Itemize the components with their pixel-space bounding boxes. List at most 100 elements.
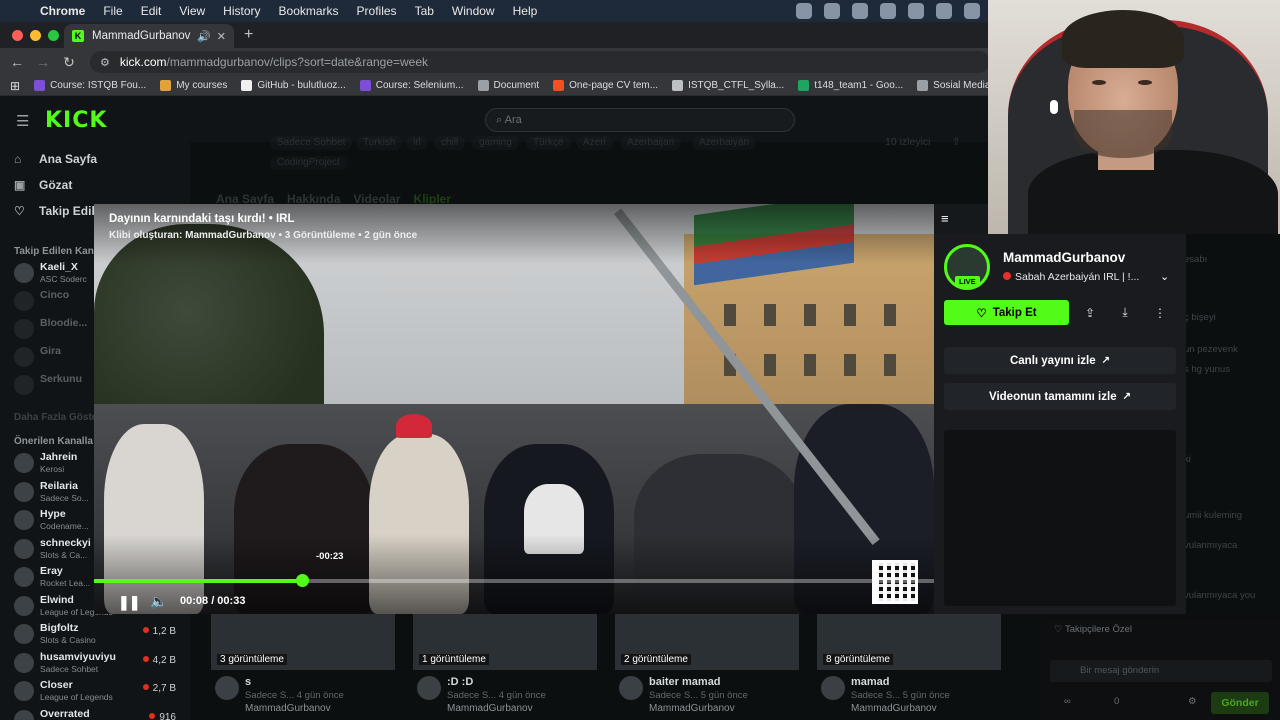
avatar — [215, 676, 239, 700]
menu-window[interactable]: Window — [452, 4, 495, 18]
channel-tag[interactable]: Turkish — [356, 136, 403, 150]
bookmark-item[interactable]: Sosial Media — [917, 80, 990, 91]
minimize-window-button[interactable] — [30, 30, 41, 41]
bookmark-item[interactable]: Course: ISTQB Fou... — [34, 80, 146, 91]
watch-full-video-button[interactable]: Videonun tamamını izle ↗ — [944, 383, 1176, 410]
chat-settings-icon[interactable]: ⚙ — [1188, 696, 1197, 707]
menu-tab[interactable]: Tab — [415, 4, 434, 18]
watch-live-button[interactable]: Canlı yayını izle ↗ — [944, 347, 1176, 374]
clip-card[interactable]: 1 görüntüleme:D :D Sadece S... 4 gün önce… — [413, 614, 597, 714]
sidebar-item-home[interactable]: ⌂ Ana Sayfa — [14, 152, 97, 166]
channel-tag[interactable]: Azerbaiyán — [692, 136, 757, 150]
menu-edit[interactable]: Edit — [141, 4, 162, 18]
share-icon[interactable]: ⇪ — [1077, 300, 1103, 325]
clip-card[interactable]: 2 görüntüleme baiter mamad Sadece S... 5 g… — [615, 614, 799, 714]
channel-tag[interactable]: Azerbaijan — [620, 136, 682, 150]
menu-file[interactable]: File — [103, 4, 122, 18]
clip-card-meta: Sadece S... 5 gün önce — [649, 690, 748, 701]
clip-card[interactable]: 8 görüntüleme mamad Sadece S... 5 gün önce… — [817, 614, 1001, 714]
bookmark-item[interactable]: Document — [477, 80, 539, 91]
suggested-channel[interactable]: Bigfoltz Slots & Casino 1,2 B — [14, 621, 184, 647]
back-icon[interactable]: ← — [4, 54, 30, 70]
menu-chrome[interactable]: Chrome — [40, 4, 85, 18]
pause-icon[interactable]: ❚❚ — [118, 594, 140, 611]
progress-bar[interactable] — [94, 574, 934, 587]
suggested-channel[interactable]: Closer League of Legends 2,7 B — [14, 678, 184, 704]
volume-icon[interactable]: 🔈 — [150, 593, 167, 610]
channel-tag[interactable]: irl — [406, 136, 428, 150]
hover-time: -00:23 — [316, 551, 344, 562]
tray-icon[interactable] — [936, 3, 952, 19]
send-button[interactable]: Gönder — [1211, 692, 1269, 714]
chat-emote-icon[interactable]: ∞ — [1064, 696, 1071, 707]
kick-logo[interactable]: KICK — [45, 108, 107, 133]
collapse-panel-icon[interactable]: ≡ — [941, 211, 949, 226]
channel-tag[interactable]: CodingProject — [270, 156, 347, 170]
external-link-icon: ↗ — [1122, 391, 1131, 402]
apps-grid-icon[interactable]: ⊞ — [10, 79, 20, 93]
menu-view[interactable]: View — [179, 4, 205, 18]
bookmark-item[interactable]: Course: Selenium... — [359, 80, 464, 91]
more-options-icon[interactable]: ⋮ — [1147, 300, 1173, 325]
chevron-down-icon[interactable]: ⌄ — [1160, 270, 1169, 283]
reload-icon[interactable]: ↻ — [56, 54, 82, 71]
channel-tag[interactable]: Türkçe — [526, 136, 571, 150]
search-input[interactable]: ⌕ Ara — [485, 108, 795, 132]
download-icon[interactable]: ⤓ — [1112, 300, 1138, 325]
address-bar[interactable]: ⚙ kick.com/mammadgurbanov/clips?sort=dat… — [90, 51, 990, 73]
channel-tag[interactable]: gaming — [472, 136, 519, 150]
tray-icon[interactable] — [824, 3, 840, 19]
channel-category: Kerosi — [40, 464, 65, 474]
clip-video-player[interactable]: Dayının karnındaki taşı kırdı! • IRL Kli… — [94, 204, 934, 614]
channel-category: Sadece So... — [40, 492, 89, 503]
bookmark-item[interactable]: My courses — [160, 80, 227, 91]
close-tab-icon[interactable]: ✕ — [217, 30, 226, 43]
sidebar-item-following[interactable]: ♡ Takip Edil — [14, 204, 95, 218]
tray-icon[interactable] — [852, 3, 868, 19]
channel-tag[interactable]: Azeri — [576, 136, 613, 150]
menu-profiles[interactable]: Profiles — [357, 4, 397, 18]
channel-tag[interactable]: chill — [434, 136, 466, 150]
tray-icon[interactable] — [796, 3, 812, 19]
streamer-name[interactable]: MammadGurbanov — [1003, 250, 1125, 265]
browser-tab-active[interactable]: K MammadGurbanov Clips 🔊 ✕ — [64, 24, 234, 48]
menu-bookmarks[interactable]: Bookmarks — [279, 4, 339, 18]
tray-icon[interactable] — [880, 3, 896, 19]
menu-history[interactable]: History — [223, 4, 260, 18]
tray-icon[interactable] — [964, 3, 980, 19]
heart-icon: ♡ — [976, 307, 987, 320]
suggested-channels-header: Önerilen Kanalla — [14, 436, 93, 447]
bookmark-icon — [672, 80, 684, 91]
bookmark-item[interactable]: ISTQB_CTFL_Sylla... — [672, 80, 784, 91]
channel-tag[interactable]: Sadece Sohbet — [270, 136, 353, 150]
close-window-button[interactable] — [12, 30, 23, 41]
menu-icon[interactable]: ☰ — [16, 112, 29, 130]
forward-icon[interactable]: → — [30, 54, 56, 70]
channel-name: Hype — [40, 508, 66, 520]
clip-title: Dayının karnındaki taşı kırdı! • IRL — [109, 213, 295, 225]
channel-category: ASC Soderc — [40, 274, 87, 284]
site-info-icon[interactable]: ⚙ — [100, 56, 110, 69]
bookmark-item[interactable]: One-page CV tem... — [553, 80, 658, 91]
sidebar-item-browse[interactable]: ▣ Gözat — [14, 178, 72, 192]
follow-button[interactable]: ♡ Takip Et — [944, 300, 1069, 325]
bookmark-label: Course: ISTQB Fou... — [50, 80, 147, 91]
bookmark-item[interactable]: GitHub - bulutluoz... — [241, 80, 346, 91]
share-icon[interactable]: ⇪ — [952, 136, 961, 148]
clip-card[interactable]: 3 görüntüleme s Sadece S... 4 gün önce Mamm… — [211, 614, 395, 714]
show-more-link[interactable]: Daha Fazla Göster — [14, 412, 101, 423]
progress-fill — [94, 579, 303, 583]
bookmark-item[interactable]: t148_team1 - Goo... — [798, 80, 903, 91]
suggested-channel[interactable]: Overrated 916 — [14, 707, 184, 720]
avatar — [14, 624, 34, 644]
chat-message: umii kuleming — [1184, 510, 1243, 521]
suggested-channel[interactable]: husamviyuviyu Sadece Sohbet 4,2 B — [14, 650, 184, 676]
menu-help[interactable]: Help — [513, 4, 538, 18]
status-tray — [796, 3, 980, 19]
new-tab-icon[interactable]: + — [244, 26, 253, 44]
chat-input[interactable]: Bir mesaj gönderin — [1050, 660, 1272, 682]
zoom-window-button[interactable] — [48, 30, 59, 41]
bookmark-label: ISTQB_CTFL_Sylla... — [688, 80, 785, 91]
audio-icon[interactable]: 🔊 — [197, 30, 211, 43]
tray-icon[interactable] — [908, 3, 924, 19]
